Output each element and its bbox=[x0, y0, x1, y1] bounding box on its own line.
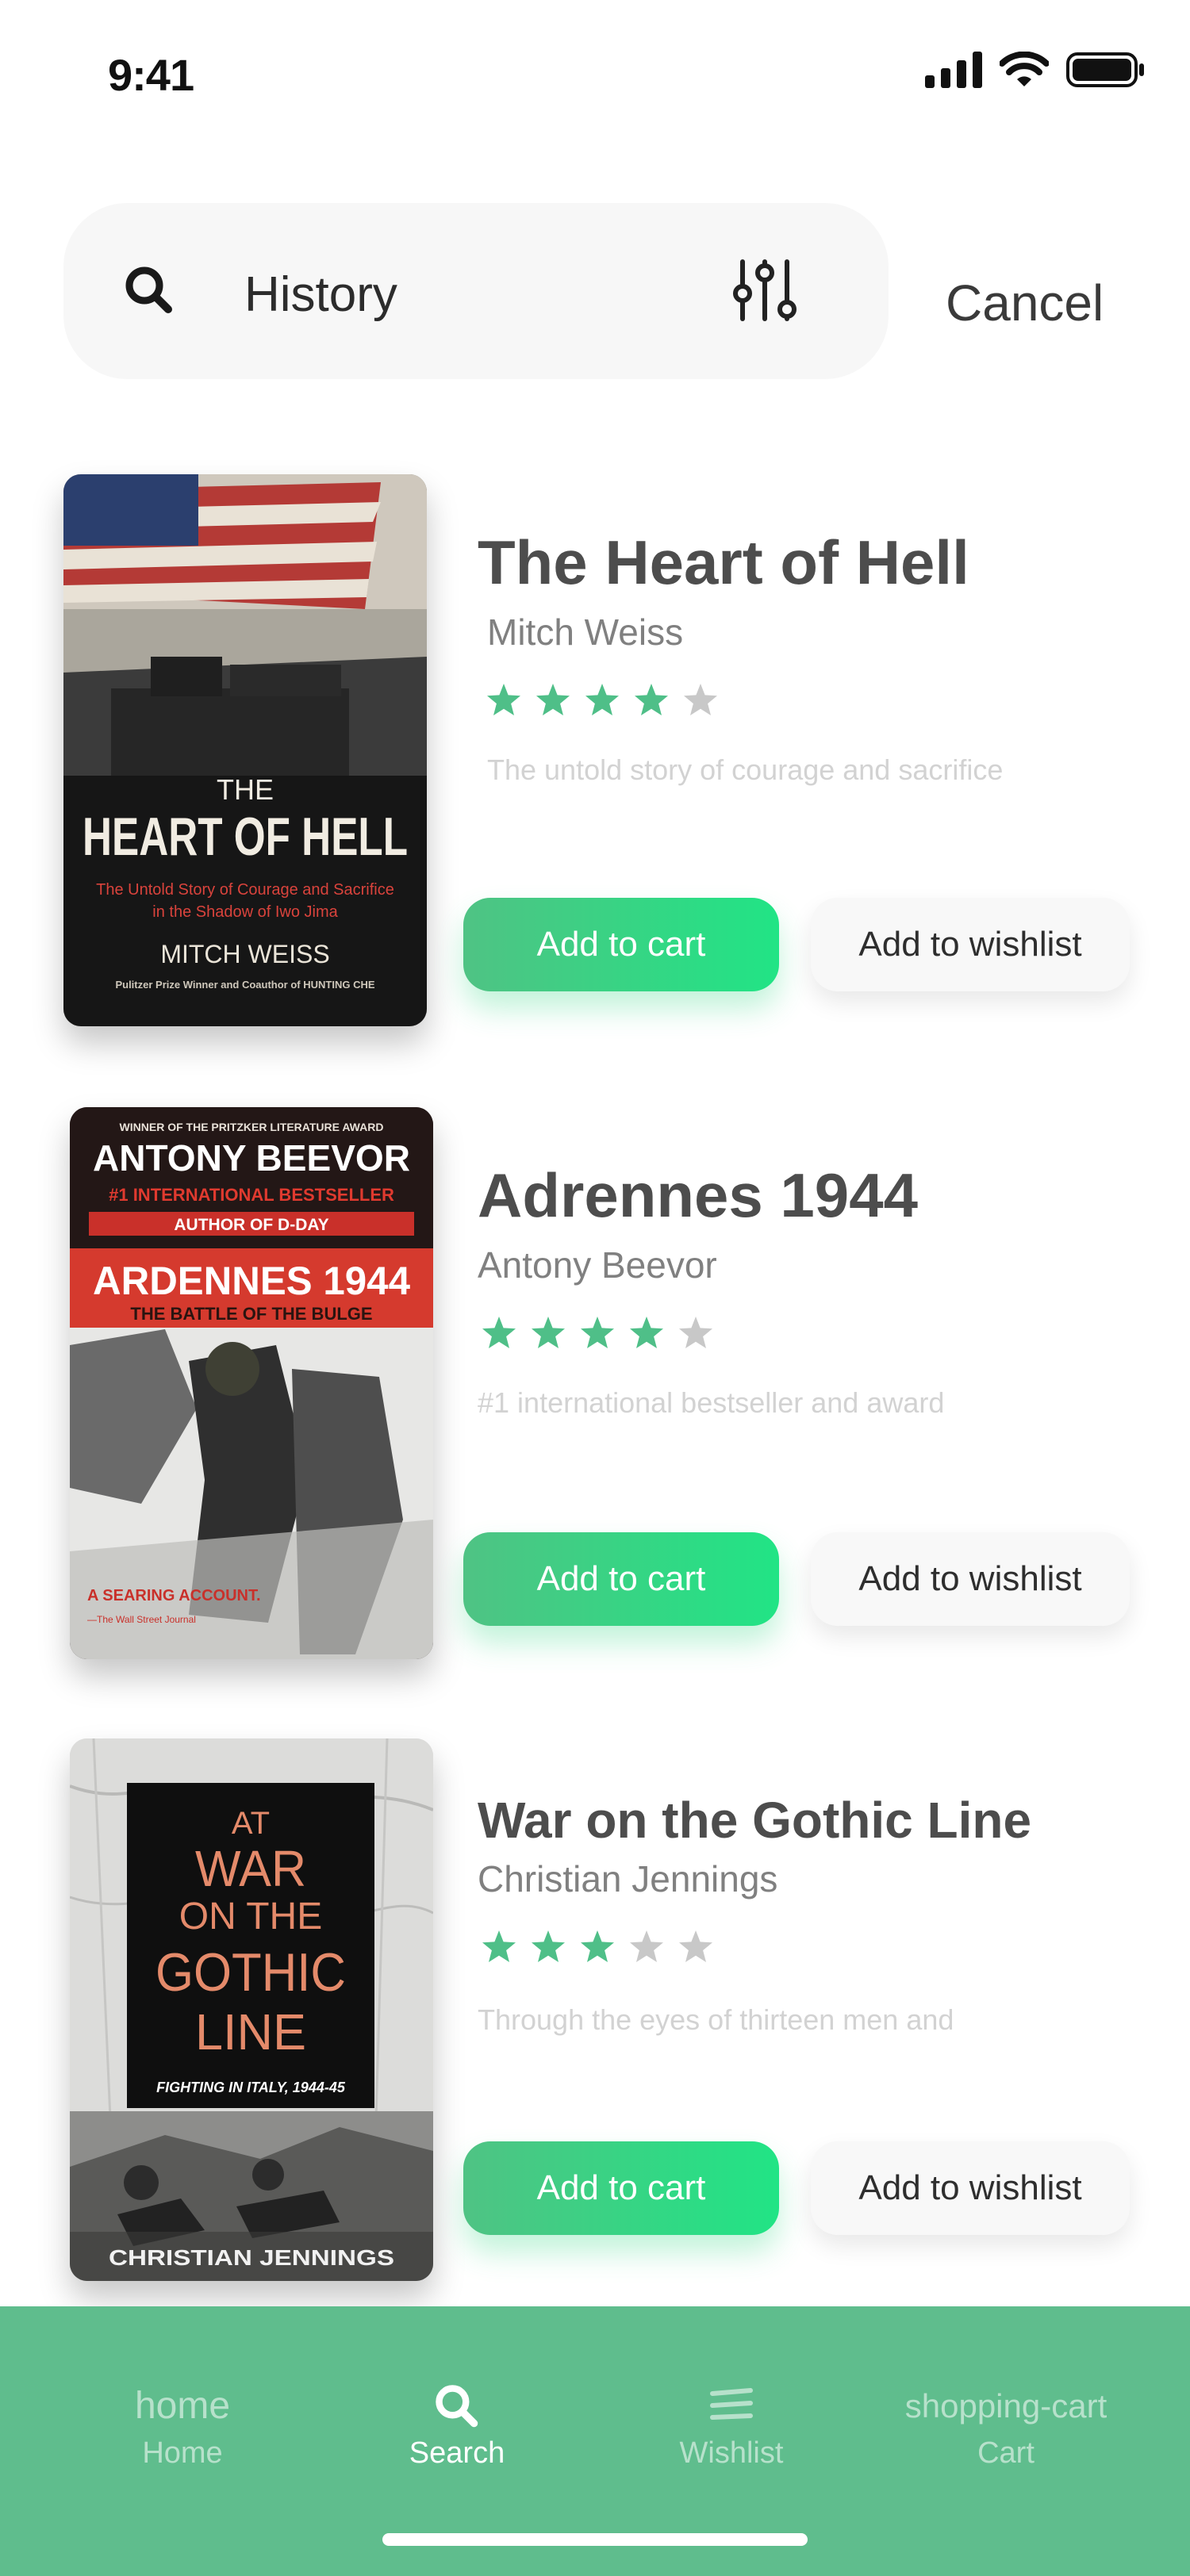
book-title[interactable]: Adrennes 1944 bbox=[478, 1160, 918, 1232]
battery-icon bbox=[1066, 52, 1144, 87]
list-icon bbox=[612, 2376, 850, 2436]
add-to-wishlist-button[interactable]: Add to wishlist bbox=[811, 1532, 1130, 1626]
book-card: THE HEART OF HELL The Untold Story of Co… bbox=[0, 474, 1190, 1045]
filter-sliders-icon[interactable] bbox=[731, 257, 798, 324]
shopping-cart-icon: shopping-cart bbox=[904, 2387, 1107, 2425]
tab-label: Home bbox=[142, 2436, 223, 2470]
status-time: 9:41 bbox=[108, 50, 194, 100]
cover-small-title: THE bbox=[217, 773, 274, 806]
status-icons bbox=[925, 49, 1146, 90]
cover-big-title: HEART OF HELL bbox=[83, 807, 408, 867]
cover-author-of: AUTHOR OF D-DAY bbox=[174, 1216, 328, 1234]
book-card: AT WAR ON THE GOTHIC LINE FIGHTING IN IT… bbox=[0, 1738, 1190, 2310]
cover-bestseller: #1 INTERNATIONAL BESTSELLER bbox=[109, 1185, 394, 1205]
star-filled-icon bbox=[532, 1317, 565, 1348]
book-cover-ardennes-1944[interactable]: WINNER OF THE PRITZKER LITERATURE AWARD … bbox=[70, 1107, 433, 1659]
add-to-cart-button[interactable]: Add to cart bbox=[463, 898, 779, 991]
star-empty-icon bbox=[679, 1930, 712, 1962]
search-icon bbox=[338, 2376, 576, 2436]
cancel-button[interactable]: Cancel bbox=[946, 274, 1104, 332]
cover-author: ANTONY BEEVOR bbox=[93, 1137, 410, 1179]
cover-art: AT WAR ON THE GOTHIC LINE FIGHTING IN IT… bbox=[70, 1738, 433, 2281]
rating-stars bbox=[486, 682, 719, 719]
tab-label: Search bbox=[409, 2436, 505, 2470]
book-title[interactable]: The Heart of Hell bbox=[478, 527, 969, 599]
star-filled-icon bbox=[635, 684, 668, 715]
star-filled-icon bbox=[482, 1317, 516, 1348]
tab-search[interactable]: Search bbox=[338, 2376, 576, 2471]
star-empty-icon bbox=[679, 1317, 712, 1348]
tab-label: Wishlist bbox=[679, 2436, 784, 2470]
cover-quote: A SEARING ACCOUNT. bbox=[87, 1587, 261, 1604]
cover-line-2: WAR bbox=[195, 1840, 306, 1897]
cover-art: WINNER OF THE PRITZKER LITERATURE AWARD … bbox=[70, 1107, 433, 1659]
star-empty-icon bbox=[630, 1930, 663, 1962]
add-to-cart-button[interactable]: Add to cart bbox=[463, 2141, 779, 2235]
book-cover-heart-of-hell[interactable]: THE HEART OF HELL The Untold Story of Co… bbox=[63, 474, 427, 1026]
home-icon: home bbox=[134, 2385, 231, 2427]
star-filled-icon bbox=[630, 1317, 663, 1348]
cover-author: CHRISTIAN JENNINGS bbox=[109, 2245, 394, 2270]
star-empty-icon bbox=[684, 684, 717, 715]
cover-author: MITCH WEISS bbox=[160, 940, 329, 968]
home-indicator[interactable] bbox=[382, 2533, 808, 2546]
rating-stars bbox=[481, 1929, 714, 1965]
cover-quote-source: —The Wall Street Journal bbox=[87, 1614, 196, 1625]
cover-line-3: ON THE bbox=[179, 1896, 322, 1938]
tab-label: Cart bbox=[977, 2436, 1035, 2470]
book-author: Antony Beevor bbox=[478, 1244, 717, 1286]
search-icon bbox=[125, 266, 172, 313]
cover-line-5: LINE bbox=[195, 2003, 306, 2060]
book-description: The untold story of courage and sacrific… bbox=[487, 753, 1004, 786]
tab-cart[interactable]: shopping-cart Cart bbox=[887, 2376, 1125, 2471]
wifi-icon bbox=[1000, 52, 1049, 86]
cover-subtitle: THE BATTLE OF THE BULGE bbox=[130, 1304, 372, 1324]
tab-wishlist[interactable]: Wishlist bbox=[612, 2376, 850, 2471]
star-filled-icon bbox=[581, 1317, 614, 1348]
cover-tagline: Pulitzer Prize Winner and Coauthor of HU… bbox=[115, 979, 374, 991]
rating-stars bbox=[481, 1315, 714, 1351]
star-filled-icon bbox=[532, 1930, 565, 1962]
cover-award: WINNER OF THE PRITZKER LITERATURE AWARD bbox=[120, 1121, 384, 1133]
cover-subtitle: FIGHTING IN ITALY, 1944-45 bbox=[156, 2080, 346, 2095]
add-to-cart-button[interactable]: Add to cart bbox=[463, 1532, 779, 1626]
star-filled-icon bbox=[585, 684, 619, 715]
add-to-wishlist-button[interactable]: Add to wishlist bbox=[811, 898, 1130, 991]
search-input[interactable]: History bbox=[244, 266, 397, 323]
cover-subtitle-2: in the Shadow of Iwo Jima bbox=[152, 903, 338, 921]
star-filled-icon bbox=[487, 684, 520, 715]
tab-home[interactable]: home Home bbox=[63, 2376, 301, 2471]
add-to-wishlist-button[interactable]: Add to wishlist bbox=[811, 2141, 1130, 2235]
cover-subtitle-1: The Untold Story of Courage and Sacrific… bbox=[96, 881, 394, 899]
bottom-tab-bar: home Home Search Wishlist shopping-cart … bbox=[0, 2306, 1190, 2576]
book-cover-war-on-the-gothic-line[interactable]: AT WAR ON THE GOTHIC LINE FIGHTING IN IT… bbox=[70, 1738, 433, 2281]
cover-line-4: GOTHIC bbox=[155, 1942, 346, 2003]
book-author: Mitch Weiss bbox=[487, 611, 684, 653]
star-filled-icon bbox=[536, 684, 570, 715]
cover-line-1: AT bbox=[232, 1806, 270, 1841]
cover-title: ARDENNES 1944 bbox=[93, 1259, 410, 1303]
star-filled-icon bbox=[581, 1930, 614, 1962]
search-bar[interactable]: History bbox=[63, 203, 889, 379]
cellular-signal-icon bbox=[925, 52, 982, 88]
star-filled-icon bbox=[482, 1930, 516, 1962]
cover-art: THE HEART OF HELL The Untold Story of Co… bbox=[63, 474, 427, 1026]
book-card: WINNER OF THE PRITZKER LITERATURE AWARD … bbox=[0, 1107, 1190, 1678]
book-author: Christian Jennings bbox=[478, 1858, 778, 1899]
book-description: Through the eyes of thirteen men and bbox=[478, 2003, 954, 2036]
book-title[interactable]: War on the Gothic Line bbox=[478, 1791, 1031, 1850]
book-description: #1 international bestseller and award bbox=[478, 1386, 945, 1419]
